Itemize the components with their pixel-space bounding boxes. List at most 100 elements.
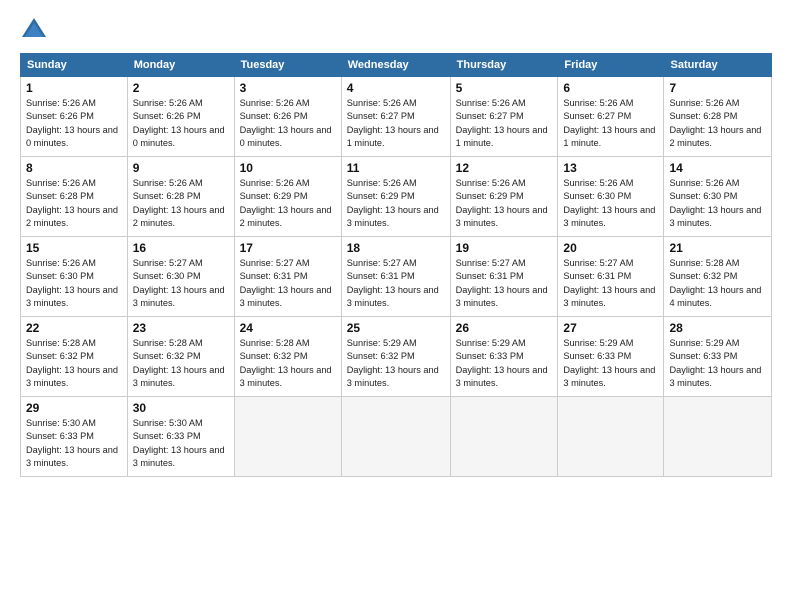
day-cell-7: 7 Sunrise: 5:26 AM Sunset: 6:28 PM Dayli… [664, 77, 772, 157]
day-detail-23: Sunrise: 5:28 AM Sunset: 6:32 PM Dayligh… [133, 337, 229, 390]
day-detail-1: Sunrise: 5:26 AM Sunset: 6:26 PM Dayligh… [26, 97, 122, 150]
day-cell-18: 18 Sunrise: 5:27 AM Sunset: 6:31 PM Dayl… [341, 237, 450, 317]
day-detail-16: Sunrise: 5:27 AM Sunset: 6:30 PM Dayligh… [133, 257, 229, 310]
day-num-11: 11 [347, 161, 445, 175]
day-num-4: 4 [347, 81, 445, 95]
day-detail-19: Sunrise: 5:27 AM Sunset: 6:31 PM Dayligh… [456, 257, 553, 310]
day-num-16: 16 [133, 241, 229, 255]
day-cell-9: 9 Sunrise: 5:26 AM Sunset: 6:28 PM Dayli… [127, 157, 234, 237]
day-cell-26: 26 Sunrise: 5:29 AM Sunset: 6:33 PM Dayl… [450, 317, 558, 397]
day-num-8: 8 [26, 161, 122, 175]
day-detail-5: Sunrise: 5:26 AM Sunset: 6:27 PM Dayligh… [456, 97, 553, 150]
day-num-17: 17 [240, 241, 336, 255]
weekday-header-row: Sunday Monday Tuesday Wednesday Thursday… [21, 54, 772, 77]
day-cell-28: 28 Sunrise: 5:29 AM Sunset: 6:33 PM Dayl… [664, 317, 772, 397]
empty-cell [450, 397, 558, 477]
day-num-22: 22 [26, 321, 122, 335]
day-num-19: 19 [456, 241, 553, 255]
day-detail-4: Sunrise: 5:26 AM Sunset: 6:27 PM Dayligh… [347, 97, 445, 150]
day-num-15: 15 [26, 241, 122, 255]
day-cell-27: 27 Sunrise: 5:29 AM Sunset: 6:33 PM Dayl… [558, 317, 664, 397]
day-detail-18: Sunrise: 5:27 AM Sunset: 6:31 PM Dayligh… [347, 257, 445, 310]
day-cell-24: 24 Sunrise: 5:28 AM Sunset: 6:32 PM Dayl… [234, 317, 341, 397]
day-num-5: 5 [456, 81, 553, 95]
day-num-27: 27 [563, 321, 658, 335]
empty-cell [341, 397, 450, 477]
day-detail-11: Sunrise: 5:26 AM Sunset: 6:29 PM Dayligh… [347, 177, 445, 230]
day-detail-17: Sunrise: 5:27 AM Sunset: 6:31 PM Dayligh… [240, 257, 336, 310]
logo [20, 15, 52, 43]
day-num-29: 29 [26, 401, 122, 415]
day-detail-9: Sunrise: 5:26 AM Sunset: 6:28 PM Dayligh… [133, 177, 229, 230]
empty-cell [664, 397, 772, 477]
header-saturday: Saturday [664, 54, 772, 77]
day-num-25: 25 [347, 321, 445, 335]
day-detail-13: Sunrise: 5:26 AM Sunset: 6:30 PM Dayligh… [563, 177, 658, 230]
day-cell-2: 2 Sunrise: 5:26 AM Sunset: 6:26 PM Dayli… [127, 77, 234, 157]
day-cell-21: 21 Sunrise: 5:28 AM Sunset: 6:32 PM Dayl… [664, 237, 772, 317]
calendar-body: 1 Sunrise: 5:26 AM Sunset: 6:26 PM Dayli… [21, 77, 772, 477]
day-detail-24: Sunrise: 5:28 AM Sunset: 6:32 PM Dayligh… [240, 337, 336, 390]
day-detail-22: Sunrise: 5:28 AM Sunset: 6:32 PM Dayligh… [26, 337, 122, 390]
header-thursday: Thursday [450, 54, 558, 77]
day-cell-19: 19 Sunrise: 5:27 AM Sunset: 6:31 PM Dayl… [450, 237, 558, 317]
calendar-week-5: 29 Sunrise: 5:30 AM Sunset: 6:33 PM Dayl… [21, 397, 772, 477]
header-monday: Monday [127, 54, 234, 77]
day-cell-11: 11 Sunrise: 5:26 AM Sunset: 6:29 PM Dayl… [341, 157, 450, 237]
day-detail-6: Sunrise: 5:26 AM Sunset: 6:27 PM Dayligh… [563, 97, 658, 150]
day-detail-30: Sunrise: 5:30 AM Sunset: 6:33 PM Dayligh… [133, 417, 229, 470]
day-num-13: 13 [563, 161, 658, 175]
day-num-6: 6 [563, 81, 658, 95]
logo-icon [20, 15, 48, 43]
day-cell-3: 3 Sunrise: 5:26 AM Sunset: 6:26 PM Dayli… [234, 77, 341, 157]
calendar-week-4: 22 Sunrise: 5:28 AM Sunset: 6:32 PM Dayl… [21, 317, 772, 397]
day-detail-14: Sunrise: 5:26 AM Sunset: 6:30 PM Dayligh… [669, 177, 766, 230]
day-cell-8: 8 Sunrise: 5:26 AM Sunset: 6:28 PM Dayli… [21, 157, 128, 237]
header-friday: Friday [558, 54, 664, 77]
day-cell-20: 20 Sunrise: 5:27 AM Sunset: 6:31 PM Dayl… [558, 237, 664, 317]
header-wednesday: Wednesday [341, 54, 450, 77]
day-detail-20: Sunrise: 5:27 AM Sunset: 6:31 PM Dayligh… [563, 257, 658, 310]
day-num-20: 20 [563, 241, 658, 255]
day-detail-25: Sunrise: 5:29 AM Sunset: 6:32 PM Dayligh… [347, 337, 445, 390]
day-num-2: 2 [133, 81, 229, 95]
calendar-table: Sunday Monday Tuesday Wednesday Thursday… [20, 53, 772, 477]
calendar-week-1: 1 Sunrise: 5:26 AM Sunset: 6:26 PM Dayli… [21, 77, 772, 157]
day-cell-25: 25 Sunrise: 5:29 AM Sunset: 6:32 PM Dayl… [341, 317, 450, 397]
day-num-7: 7 [669, 81, 766, 95]
day-num-24: 24 [240, 321, 336, 335]
day-num-23: 23 [133, 321, 229, 335]
day-cell-23: 23 Sunrise: 5:28 AM Sunset: 6:32 PM Dayl… [127, 317, 234, 397]
day-detail-29: Sunrise: 5:30 AM Sunset: 6:33 PM Dayligh… [26, 417, 122, 470]
day-num-30: 30 [133, 401, 229, 415]
day-detail-15: Sunrise: 5:26 AM Sunset: 6:30 PM Dayligh… [26, 257, 122, 310]
day-detail-7: Sunrise: 5:26 AM Sunset: 6:28 PM Dayligh… [669, 97, 766, 150]
calendar-week-2: 8 Sunrise: 5:26 AM Sunset: 6:28 PM Dayli… [21, 157, 772, 237]
header-sunday: Sunday [21, 54, 128, 77]
day-detail-10: Sunrise: 5:26 AM Sunset: 6:29 PM Dayligh… [240, 177, 336, 230]
day-cell-30: 30 Sunrise: 5:30 AM Sunset: 6:33 PM Dayl… [127, 397, 234, 477]
day-num-9: 9 [133, 161, 229, 175]
day-cell-10: 10 Sunrise: 5:26 AM Sunset: 6:29 PM Dayl… [234, 157, 341, 237]
day-detail-12: Sunrise: 5:26 AM Sunset: 6:29 PM Dayligh… [456, 177, 553, 230]
day-cell-5: 5 Sunrise: 5:26 AM Sunset: 6:27 PM Dayli… [450, 77, 558, 157]
day-num-28: 28 [669, 321, 766, 335]
page: Sunday Monday Tuesday Wednesday Thursday… [0, 0, 792, 612]
day-detail-3: Sunrise: 5:26 AM Sunset: 6:26 PM Dayligh… [240, 97, 336, 150]
day-detail-28: Sunrise: 5:29 AM Sunset: 6:33 PM Dayligh… [669, 337, 766, 390]
day-cell-29: 29 Sunrise: 5:30 AM Sunset: 6:33 PM Dayl… [21, 397, 128, 477]
day-cell-17: 17 Sunrise: 5:27 AM Sunset: 6:31 PM Dayl… [234, 237, 341, 317]
day-num-3: 3 [240, 81, 336, 95]
day-detail-21: Sunrise: 5:28 AM Sunset: 6:32 PM Dayligh… [669, 257, 766, 310]
day-cell-13: 13 Sunrise: 5:26 AM Sunset: 6:30 PM Dayl… [558, 157, 664, 237]
day-detail-27: Sunrise: 5:29 AM Sunset: 6:33 PM Dayligh… [563, 337, 658, 390]
header [20, 15, 772, 43]
day-num-18: 18 [347, 241, 445, 255]
empty-cell [234, 397, 341, 477]
day-num-21: 21 [669, 241, 766, 255]
day-cell-15: 15 Sunrise: 5:26 AM Sunset: 6:30 PM Dayl… [21, 237, 128, 317]
day-detail-26: Sunrise: 5:29 AM Sunset: 6:33 PM Dayligh… [456, 337, 553, 390]
empty-cell [558, 397, 664, 477]
day-detail-8: Sunrise: 5:26 AM Sunset: 6:28 PM Dayligh… [26, 177, 122, 230]
day-cell-12: 12 Sunrise: 5:26 AM Sunset: 6:29 PM Dayl… [450, 157, 558, 237]
